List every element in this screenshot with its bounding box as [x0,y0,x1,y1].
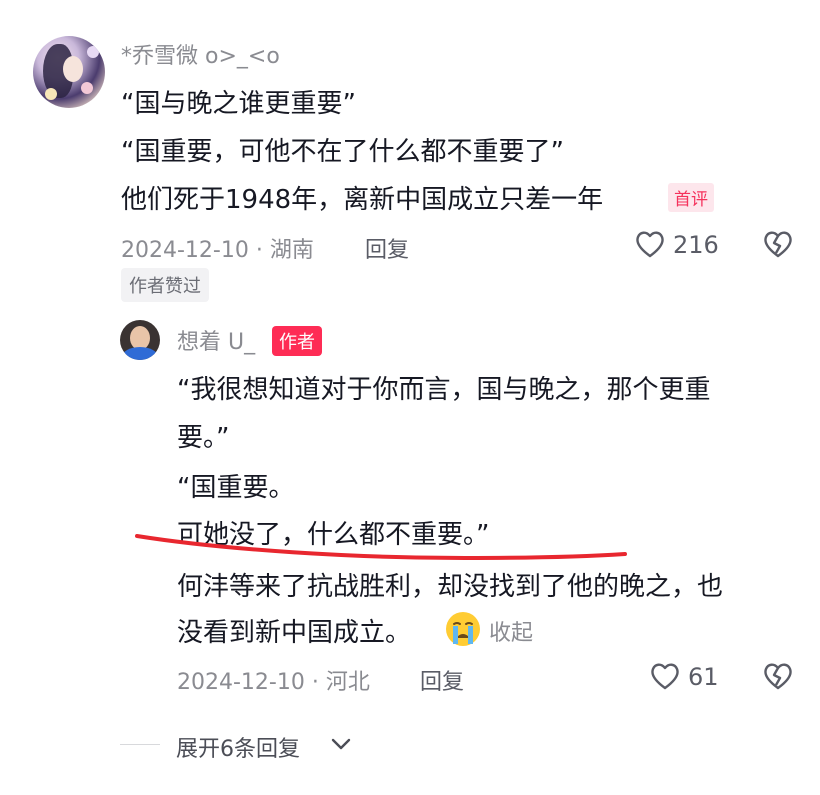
expand-replies-label: 展开6条回复 [176,737,300,762]
like-count: 61 [688,663,719,691]
reply-username[interactable]: 想着 U_ [177,324,255,356]
reply-button[interactable]: 回复 [420,664,464,696]
author-badge: 作者 [272,326,322,356]
comment-username[interactable]: *乔雪微 o>_<o [121,38,280,70]
reply-text-line: “我很想知道对于你而言，国与晚之，那个更重 [177,375,711,405]
heart-icon[interactable] [649,661,681,691]
heart-icon[interactable] [634,229,666,259]
avatar[interactable] [120,320,160,360]
avatar[interactable] [33,36,105,108]
reply-text-line: 要。” [177,423,230,453]
comment-date-location: 2024-12-10 · 湖南 [121,238,314,263]
expand-replies-button[interactable]: 展开6条回复 [176,731,300,763]
reply-text-line: “国重要。 [177,473,295,503]
first-comment-badge: 首评 [668,183,714,212]
author-liked-badge: 作者赞过 [121,268,209,302]
like-count: 216 [673,231,719,259]
thread-divider [120,744,160,745]
collapse-button[interactable]: 收起 [489,615,533,647]
reply-button[interactable]: 回复 [365,232,409,264]
reply-text-line: 没看到新中国成立。 [177,618,412,648]
broken-heart-icon[interactable] [761,229,795,259]
comment-text-line: “国与晚之谁更重要” [121,89,356,119]
comment-text-line: 他们死于1948年，离新中国成立只差一年 [121,185,604,215]
reply-date-location: 2024-12-10 · 河北 [177,670,370,695]
broken-heart-icon[interactable] [761,661,795,691]
chevron-down-icon[interactable] [330,737,352,751]
comment-text-line: “国重要，可他不在了什么都不重要了” [121,137,564,167]
crying-face-emoji [444,610,482,648]
reply-text-line: 何沣等来了抗战胜利，却没找到了他的晚之，也 [177,572,724,602]
